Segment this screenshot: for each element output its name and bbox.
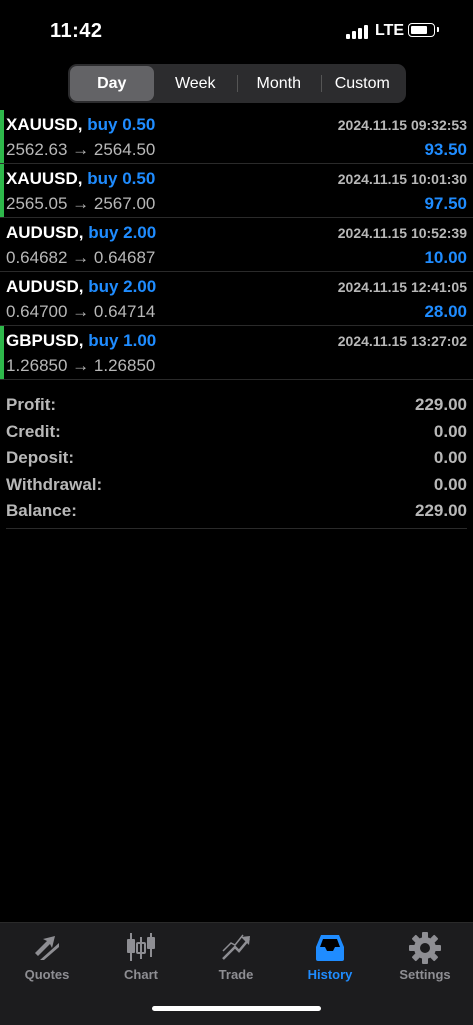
summary-row-profit: Profit: 229.00 <box>0 392 473 419</box>
deal-time: 2024.11.15 10:01:30 <box>337 171 467 187</box>
summary-row-withdrawal: Withdrawal: 0.00 <box>0 472 473 499</box>
cellular-signal-icon <box>346 25 368 39</box>
summary-row-credit: Credit: 0.00 <box>0 419 473 446</box>
summary-label: Deposit: <box>6 448 74 467</box>
summary-row-balance: Balance: 229.00 <box>0 498 473 525</box>
deal-time: 2024.11.15 10:52:39 <box>337 225 467 241</box>
deal-prices: 2562.63 → 2564.50 <box>6 140 156 159</box>
deal-symbol: GBPUSD, <box>6 331 84 350</box>
deal-profit: 93.50 <box>424 140 467 159</box>
home-indicator <box>152 1006 321 1011</box>
tab-custom[interactable]: Custom <box>320 66 405 101</box>
summary-label: Credit: <box>6 421 61 441</box>
tab-trade[interactable]: Trade <box>189 923 283 993</box>
tab-month[interactable]: Month <box>237 66 321 101</box>
deal-side: buy 2.00 <box>88 223 157 242</box>
tab-label: Settings <box>399 967 451 982</box>
tab-label: Chart <box>124 967 158 982</box>
tab-label: Quotes <box>24 967 70 982</box>
deal-side: buy 1.00 <box>88 331 157 350</box>
summary-label: Profit: <box>6 395 57 414</box>
tab-settings[interactable]: Settings <box>378 923 472 993</box>
deal-prices: 1.26850 → 1.26850 <box>6 356 156 375</box>
trade-icon <box>222 934 250 960</box>
summary-value: 229.00 <box>415 501 467 520</box>
deal-symbol: AUDUSD, <box>6 223 84 242</box>
deal-symbol: XAUUSD, <box>6 169 83 188</box>
deal-row[interactable]: AUDUSD, buy 2.00 2024.11.15 10:52:39 0.6… <box>0 218 473 272</box>
deal-time: 2024.11.15 09:32:53 <box>337 117 467 133</box>
gear-icon <box>409 932 441 964</box>
deal-row[interactable]: AUDUSD, buy 2.00 2024.11.15 12:41:05 0.6… <box>0 272 473 326</box>
summary-value: 0.00 <box>433 448 467 467</box>
deal-symbol: XAUUSD, <box>6 115 83 134</box>
buy-indicator <box>0 326 4 379</box>
deal-side: buy 2.00 <box>88 277 157 296</box>
tab-chart[interactable]: Chart <box>94 923 188 993</box>
deal-symbol: AUDUSD, <box>6 277 84 296</box>
tab-week[interactable]: Week <box>154 66 238 101</box>
deal-row[interactable]: GBPUSD, buy 1.00 2024.11.15 13:27:02 1.2… <box>0 326 473 380</box>
tab-label: History <box>307 967 353 982</box>
network-type: LTE <box>375 22 405 39</box>
divider <box>6 528 467 529</box>
quotes-icon <box>35 936 59 960</box>
status-bar: 11:42 LTE <box>0 0 473 60</box>
account-summary: Profit: 229.00 Credit: 0.00 Deposit: 0.0… <box>0 392 473 525</box>
tab-history[interactable]: History <box>283 923 377 993</box>
deal-profit: 97.50 <box>424 194 467 213</box>
deal-side: buy 0.50 <box>87 169 156 188</box>
buy-indicator <box>0 164 4 217</box>
candlestick-chart-icon <box>127 933 155 961</box>
battery-icon <box>408 23 439 37</box>
tab-label: Trade <box>218 967 254 982</box>
tab-day[interactable]: Day <box>70 66 154 101</box>
history-inbox-icon <box>316 935 344 961</box>
summary-value: 0.00 <box>433 474 467 494</box>
summary-row-deposit: Deposit: 0.00 <box>0 445 473 472</box>
deal-row[interactable]: XAUUSD, buy 0.50 2024.11.15 10:01:30 256… <box>0 164 473 218</box>
deal-prices: 0.64700 → 0.64714 <box>6 302 156 321</box>
deal-row[interactable]: XAUUSD, buy 0.50 2024.11.15 09:32:53 256… <box>0 110 473 164</box>
deal-time: 2024.11.15 12:41:05 <box>337 279 467 295</box>
summary-label: Withdrawal: <box>6 474 103 494</box>
deal-prices: 2565.05 → 2567.00 <box>6 194 156 213</box>
deals-list: XAUUSD, buy 0.50 2024.11.15 09:32:53 256… <box>0 110 473 380</box>
deal-time: 2024.11.15 13:27:02 <box>337 333 467 349</box>
period-segmented-control: Day Week Month Custom <box>68 64 406 103</box>
summary-label: Balance: <box>6 501 77 520</box>
status-time: 11:42 <box>50 20 103 42</box>
buy-indicator <box>0 110 4 163</box>
summary-value: 0.00 <box>433 421 467 441</box>
summary-value: 229.00 <box>415 395 467 414</box>
tab-quotes[interactable]: Quotes <box>0 923 94 993</box>
deal-side: buy 0.50 <box>87 115 156 134</box>
deal-profit: 28.00 <box>424 302 467 321</box>
deal-profit: 10.00 <box>424 248 467 267</box>
deal-prices: 0.64682 → 0.64687 <box>6 248 156 267</box>
